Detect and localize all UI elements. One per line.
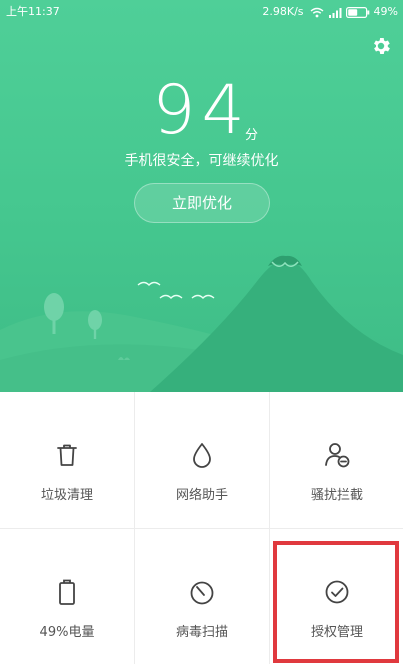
score-value: 94 [152, 71, 251, 150]
gear-icon[interactable] [370, 35, 392, 57]
score-status-text: 手机很安全，可继续优化 [124, 153, 279, 169]
tool-label: 授权管理 [310, 625, 363, 640]
battery-icon [59, 579, 75, 605]
wifi-icon [310, 7, 323, 17]
tool-label: 49%电量 [39, 625, 95, 640]
scan-icon [190, 581, 214, 605]
trash-icon [57, 444, 77, 466]
security-score: 94 分 [0, 76, 403, 146]
check-circle-icon [325, 580, 349, 604]
tool-network-assistant[interactable]: 网络助手 [135, 392, 269, 528]
tool-label: 网络助手 [175, 488, 228, 503]
network-speed: 2.98K/s [262, 5, 304, 18]
status-time: 上午11:37 [6, 5, 60, 18]
tool-permission-management[interactable]: 授权管理 [270, 529, 403, 664]
tools-grid: 垃圾清理 网络助手 骚扰拦截 49%电量 病毒扫描 授权管理 [0, 392, 403, 664]
tool-harassment-block[interactable]: 骚扰拦截 [270, 392, 403, 528]
status-bar: 上午11:37 2.98K/s 49% [0, 0, 403, 24]
tool-label: 垃圾清理 [40, 488, 93, 503]
status-indicators: 2.98K/s 49% [262, 0, 398, 24]
score-unit: 分 [245, 128, 259, 143]
user-block-icon [325, 443, 350, 468]
security-hero-panel: 上午11:37 2.98K/s 49% 94 分 手机很安全，可继续优化 立即优… [0, 0, 403, 392]
tool-label: 骚扰拦截 [310, 488, 363, 503]
droplet-icon [193, 443, 211, 468]
battery-percent: 49% [373, 5, 398, 18]
tool-virus-scan[interactable]: 病毒扫描 [135, 529, 269, 664]
tool-junk-clean[interactable]: 垃圾清理 [0, 392, 134, 528]
tool-label: 病毒扫描 [175, 625, 228, 640]
optimize-now-button[interactable]: 立即优化 [134, 183, 270, 223]
signal-icon [328, 7, 342, 18]
battery-status-icon [345, 6, 369, 18]
tool-battery[interactable]: 49%电量 [0, 529, 134, 664]
